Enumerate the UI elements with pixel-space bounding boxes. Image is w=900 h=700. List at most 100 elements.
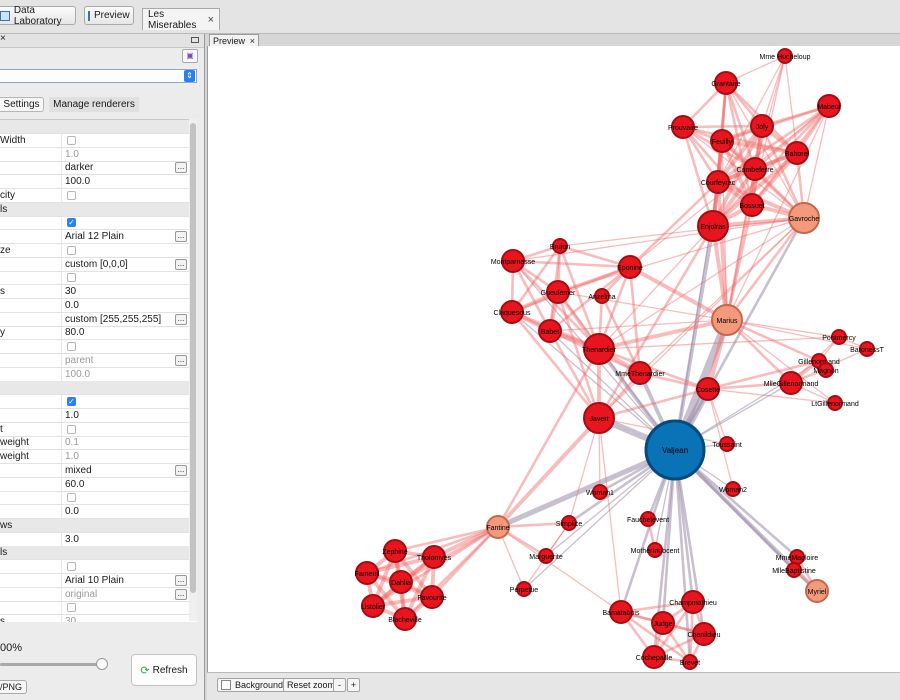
preset-select[interactable]: ⇕: [0, 69, 197, 83]
property-value[interactable]: custom [0,0,0]: [65, 259, 128, 270]
property-row[interactable]: mixed...: [0, 463, 189, 478]
close-icon[interactable]: ×: [208, 14, 214, 26]
graph-node[interactable]: Gavroche: [788, 202, 820, 234]
property-scrollbar[interactable]: [189, 119, 197, 621]
property-row[interactable]: 100.0: [0, 175, 189, 189]
property-row[interactable]: weight 1.0: [0, 450, 189, 464]
graph-node[interactable]: Toussaint: [712, 436, 742, 452]
property-value[interactable]: Arial 12 Plain: [65, 231, 124, 242]
graph-node[interactable]: Cochepaille: [636, 645, 673, 669]
graph-node[interactable]: Dahlia: [389, 570, 413, 594]
property-value[interactable]: 0.0: [65, 300, 79, 311]
checkbox[interactable]: [67, 245, 76, 255]
ellipsis-button[interactable]: ...: [175, 464, 187, 476]
graph-node[interactable]: MmeMagloire: [776, 549, 819, 565]
property-row[interactable]: custom [0,0,0]...: [0, 257, 189, 272]
graph-node[interactable]: Feuilly: [710, 129, 734, 153]
property-row[interactable]: [0, 340, 189, 354]
graph-node[interactable]: Marguerite: [529, 548, 563, 564]
property-row[interactable]: Width: [0, 133, 189, 148]
property-value[interactable]: 3.0: [65, 534, 79, 545]
graph-node[interactable]: Babet: [538, 319, 562, 343]
preview-mode-button[interactable]: Preview: [84, 6, 134, 25]
property-row[interactable]: [0, 601, 189, 616]
ellipsis-button[interactable]: ...: [175, 231, 187, 242]
property-value[interactable]: 100.0: [65, 369, 90, 380]
property-value[interactable]: original: [65, 589, 97, 600]
graph-node[interactable]: Bossuet: [739, 193, 765, 217]
property-value[interactable]: darker: [65, 162, 93, 173]
checkbox[interactable]: [67, 190, 76, 200]
property-value[interactable]: 1.0: [65, 410, 79, 421]
graph-node[interactable]: Listolier: [361, 594, 386, 618]
property-row[interactable]: [0, 560, 189, 574]
checkbox[interactable]: [67, 562, 76, 571]
workspace-tab[interactable]: Les Miserables ×: [142, 8, 220, 31]
graph-node[interactable]: Fameuil: [355, 561, 380, 585]
graph-node[interactable]: MlleBaptistine: [772, 562, 816, 578]
property-row[interactable]: ✓: [0, 216, 189, 231]
graph-node[interactable]: Mabeuf: [817, 94, 841, 118]
property-value[interactable]: 60.0: [65, 479, 84, 490]
checkbox[interactable]: [67, 135, 76, 145]
graph-node[interactable]: Judge: [651, 611, 675, 635]
close-icon[interactable]: ×: [0, 34, 6, 44]
property-row[interactable]: y 80.0: [0, 326, 189, 341]
checkbox[interactable]: [67, 273, 76, 283]
zoom-slider-knob[interactable]: [96, 658, 108, 670]
graph-preview-canvas[interactable]: Valjean Gavroche Marius Fantine Myriel Javert…: [207, 46, 900, 672]
property-row[interactable]: 60.0: [0, 477, 189, 492]
checkbox[interactable]: [67, 342, 76, 351]
graph-node[interactable]: MotherInnocent: [631, 542, 680, 558]
property-row[interactable]: 0.0: [0, 298, 189, 313]
property-row[interactable]: 1.0: [0, 408, 189, 423]
zoom-slider[interactable]: [0, 663, 105, 666]
checkbox[interactable]: [67, 603, 76, 613]
graph-node[interactable]: Gillenormand: [798, 353, 840, 369]
ellipsis-button[interactable]: ...: [175, 162, 187, 174]
property-value[interactable]: 100.0: [65, 176, 90, 187]
graph-node[interactable]: Bamatabois: [603, 600, 640, 624]
property-row[interactable]: Arial 10 Plain...: [0, 573, 189, 588]
property-value[interactable]: Arial 10 Plain: [65, 575, 124, 586]
property-value[interactable]: parent: [65, 355, 93, 366]
checkbox[interactable]: [67, 424, 76, 434]
property-value[interactable]: mixed: [65, 465, 92, 476]
graph-node[interactable]: Brujon: [550, 238, 570, 254]
background-checkbox[interactable]: [221, 680, 231, 690]
property-row[interactable]: s 30: [0, 285, 189, 299]
ellipsis-button[interactable]: ...: [175, 354, 187, 366]
property-row[interactable]: ✓: [0, 395, 189, 409]
data-laboratory-button[interactable]: Data Laboratory: [0, 5, 76, 27]
graph-node[interactable]: Pontmercy: [822, 329, 856, 345]
property-value[interactable]: 1.0: [65, 149, 79, 160]
property-row[interactable]: 100.0: [0, 367, 189, 382]
property-value[interactable]: 0.1: [65, 437, 79, 448]
property-row[interactable]: darker...: [0, 161, 189, 176]
property-row[interactable]: 0.0: [0, 505, 189, 519]
property-row[interactable]: parent...: [0, 353, 189, 368]
graph-node[interactable]: Eponine: [617, 255, 643, 279]
refresh-button[interactable]: ⟳ Refresh: [131, 654, 197, 686]
graph-node[interactable]: Perpetue: [510, 581, 539, 597]
network-graph[interactable]: Valjean Gavroche Marius Fantine Myriel Javert…: [208, 46, 900, 672]
property-row[interactable]: original...: [0, 587, 189, 602]
ellipsis-button[interactable]: ...: [175, 313, 187, 325]
export-png-button[interactable]: /PNG: [0, 680, 27, 694]
property-row[interactable]: 1.0: [0, 147, 189, 162]
save-preset-icon[interactable]: ▣: [182, 49, 198, 63]
graph-node[interactable]: Joly: [750, 114, 774, 138]
graph-node[interactable]: Enjolras: [697, 210, 729, 242]
checkbox-checked[interactable]: ✓: [67, 218, 76, 228]
property-row[interactable]: Arial 12 Plain...: [0, 230, 189, 244]
property-value[interactable]: 0.0: [65, 506, 79, 517]
property-row[interactable]: weight 0.1: [0, 436, 189, 451]
checkbox[interactable]: [67, 493, 76, 503]
property-value[interactable]: 30: [65, 616, 76, 622]
ellipsis-button[interactable]: ...: [175, 574, 187, 586]
background-toggle[interactable]: Background: [217, 678, 288, 692]
graph-node[interactable]: Zephine: [382, 539, 408, 563]
graph-node[interactable]: Fantine: [486, 515, 510, 539]
zoom-in-button[interactable]: +: [347, 678, 360, 692]
property-row[interactable]: custom [255,255,255]...: [0, 312, 189, 327]
